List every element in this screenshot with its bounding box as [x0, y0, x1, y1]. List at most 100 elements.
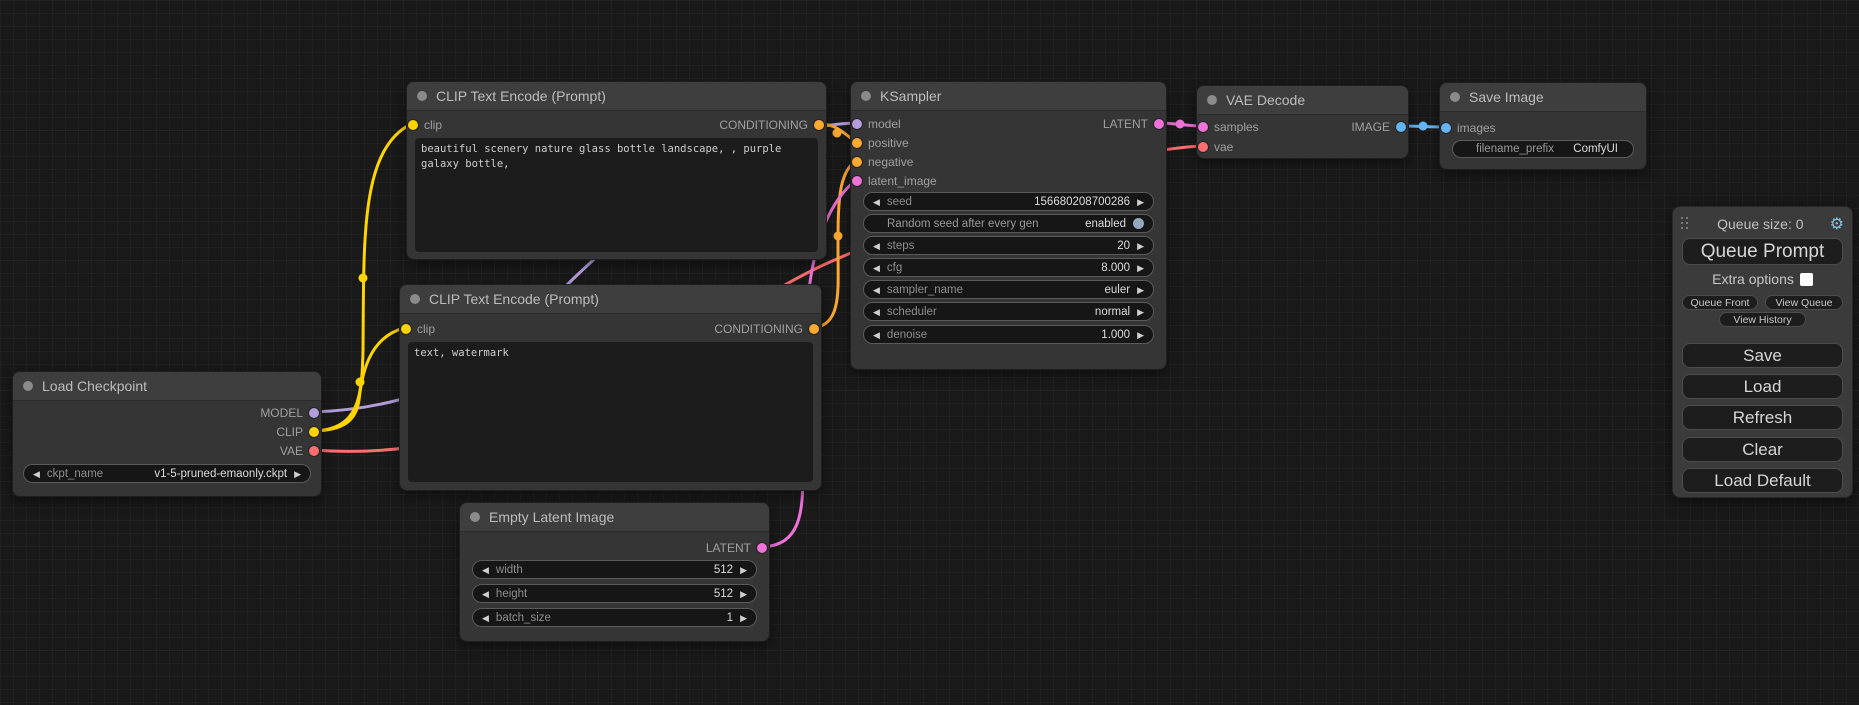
input-slot-clip[interactable]: clip — [401, 322, 435, 336]
view-queue-button[interactable]: View Queue — [1765, 295, 1843, 310]
filename-prefix-widget[interactable]: filename_prefix ComfyUI — [1452, 140, 1634, 158]
drag-handle-icon[interactable] — [1681, 217, 1691, 232]
decrement-arrow-icon[interactable] — [482, 588, 489, 600]
node-vae-decode[interactable]: VAE Decode samples vae IMAGE — [1196, 85, 1409, 159]
ckpt-name-widget[interactable]: ckpt_name v1-5-pruned-emaonly.ckpt — [23, 464, 311, 483]
image-output-dot[interactable] — [1396, 122, 1406, 132]
output-slot-latent[interactable]: LATENT — [1103, 117, 1164, 131]
output-slot-latent[interactable]: LATENT — [706, 541, 767, 555]
output-slot-image[interactable]: IMAGE — [1351, 120, 1406, 134]
output-slot-conditioning[interactable]: CONDITIONING — [719, 118, 824, 132]
output-slot-clip[interactable]: CLIP — [276, 425, 319, 439]
increment-arrow-icon[interactable] — [1137, 196, 1144, 208]
collapse-dot-icon[interactable] — [1450, 92, 1460, 102]
node-clip-text-encode-positive[interactable]: CLIP Text Encode (Prompt) clip CONDITION… — [406, 81, 827, 260]
settings-gear-icon[interactable] — [1830, 216, 1844, 233]
collapse-dot-icon[interactable] — [23, 381, 33, 391]
height-widget[interactable]: height 512 — [472, 584, 757, 603]
output-slot-conditioning[interactable]: CONDITIONING — [714, 322, 819, 336]
increment-arrow-icon[interactable] — [740, 612, 747, 624]
queue-prompt-button[interactable]: Queue Prompt — [1682, 238, 1843, 265]
latent-image-input-dot[interactable] — [852, 176, 862, 186]
input-slot-model[interactable]: model — [852, 117, 901, 131]
output-slot-vae[interactable]: VAE — [280, 444, 319, 458]
input-slot-negative[interactable]: negative — [852, 155, 913, 169]
toggle-dot-icon[interactable] — [1133, 218, 1144, 229]
input-slot-positive[interactable]: positive — [852, 136, 909, 150]
conditioning-output-dot[interactable] — [814, 120, 824, 130]
latent-output-dot[interactable] — [757, 543, 767, 553]
node-title-bar[interactable]: CLIP Text Encode (Prompt) — [407, 82, 826, 111]
output-slot-model[interactable]: MODEL — [260, 406, 319, 420]
input-slot-clip[interactable]: clip — [408, 118, 442, 132]
node-graph-canvas[interactable]: Load Checkpoint MODEL CLIP VAE ckpt_name… — [0, 0, 1859, 705]
decrement-arrow-icon[interactable] — [873, 196, 880, 208]
node-empty-latent-image[interactable]: Empty Latent Image LATENT width 512 heig… — [459, 502, 770, 642]
node-save-image[interactable]: Save Image images filename_prefix ComfyU… — [1439, 82, 1647, 170]
negative-prompt-textarea[interactable]: text, watermark — [408, 342, 813, 482]
decrement-arrow-icon[interactable] — [873, 240, 880, 252]
node-title-bar[interactable]: Empty Latent Image — [460, 503, 769, 532]
node-clip-text-encode-negative[interactable]: CLIP Text Encode (Prompt) clip CONDITION… — [399, 284, 822, 491]
increment-arrow-icon[interactable] — [1137, 240, 1144, 252]
negative-input-dot[interactable] — [852, 157, 862, 167]
increment-arrow-icon[interactable] — [1137, 262, 1144, 274]
input-slot-samples[interactable]: samples — [1198, 120, 1259, 134]
collapse-dot-icon[interactable] — [861, 91, 871, 101]
sampler-name-widget[interactable]: sampler_name euler — [863, 280, 1154, 299]
cfg-widget[interactable]: cfg 8.000 — [863, 258, 1154, 277]
clear-button[interactable]: Clear — [1682, 437, 1843, 462]
node-title-bar[interactable]: KSampler — [851, 82, 1166, 111]
load-default-button[interactable]: Load Default — [1682, 468, 1843, 493]
vae-input-dot[interactable] — [1198, 142, 1208, 152]
vae-output-dot[interactable] — [309, 446, 319, 456]
clip-input-dot[interactable] — [401, 324, 411, 334]
collapse-dot-icon[interactable] — [1207, 95, 1217, 105]
positive-input-dot[interactable] — [852, 138, 862, 148]
collapse-dot-icon[interactable] — [470, 512, 480, 522]
decrement-arrow-icon[interactable] — [482, 612, 489, 624]
model-output-dot[interactable] — [309, 408, 319, 418]
extra-options-checkbox[interactable] — [1800, 273, 1813, 286]
node-ksampler[interactable]: KSampler model positive negative latent_… — [850, 81, 1167, 370]
samples-input-dot[interactable] — [1198, 122, 1208, 132]
steps-widget[interactable]: steps 20 — [863, 236, 1154, 255]
node-load-checkpoint[interactable]: Load Checkpoint MODEL CLIP VAE ckpt_name… — [12, 371, 322, 497]
input-slot-vae[interactable]: vae — [1198, 140, 1233, 154]
decrement-arrow-icon[interactable] — [482, 564, 489, 576]
increment-arrow-icon[interactable] — [740, 588, 747, 600]
refresh-button[interactable]: Refresh — [1682, 405, 1843, 430]
decrement-arrow-icon[interactable] — [33, 468, 40, 480]
clip-output-dot[interactable] — [309, 427, 319, 437]
decrement-arrow-icon[interactable] — [873, 306, 880, 318]
seed-widget[interactable]: seed 156680208700286 — [863, 192, 1154, 211]
decrement-arrow-icon[interactable] — [873, 262, 880, 274]
batch-size-widget[interactable]: batch_size 1 — [472, 608, 757, 627]
collapse-dot-icon[interactable] — [410, 294, 420, 304]
input-slot-latent-image[interactable]: latent_image — [852, 174, 937, 188]
model-input-dot[interactable] — [852, 119, 862, 129]
denoise-widget[interactable]: denoise 1.000 — [863, 325, 1154, 344]
width-widget[interactable]: width 512 — [472, 560, 757, 579]
node-title-bar[interactable]: Load Checkpoint — [13, 372, 321, 401]
increment-arrow-icon[interactable] — [1137, 329, 1144, 341]
increment-arrow-icon[interactable] — [294, 468, 301, 480]
clip-input-dot[interactable] — [408, 120, 418, 130]
scheduler-widget[interactable]: scheduler normal — [863, 302, 1154, 321]
images-input-dot[interactable] — [1441, 123, 1451, 133]
conditioning-output-dot[interactable] — [809, 324, 819, 334]
save-button[interactable]: Save — [1682, 343, 1843, 368]
node-title-bar[interactable]: CLIP Text Encode (Prompt) — [400, 285, 821, 314]
load-button[interactable]: Load — [1682, 374, 1843, 399]
view-history-button[interactable]: View History — [1719, 312, 1806, 327]
increment-arrow-icon[interactable] — [740, 564, 747, 576]
random-seed-toggle-widget[interactable]: Random seed after every gen enabled — [863, 214, 1154, 233]
node-title-bar[interactable]: VAE Decode — [1197, 86, 1408, 115]
decrement-arrow-icon[interactable] — [873, 284, 880, 296]
latent-output-dot[interactable] — [1154, 119, 1164, 129]
increment-arrow-icon[interactable] — [1137, 306, 1144, 318]
increment-arrow-icon[interactable] — [1137, 284, 1144, 296]
collapse-dot-icon[interactable] — [417, 91, 427, 101]
input-slot-images[interactable]: images — [1441, 121, 1496, 135]
queue-front-button[interactable]: Queue Front — [1682, 295, 1758, 310]
